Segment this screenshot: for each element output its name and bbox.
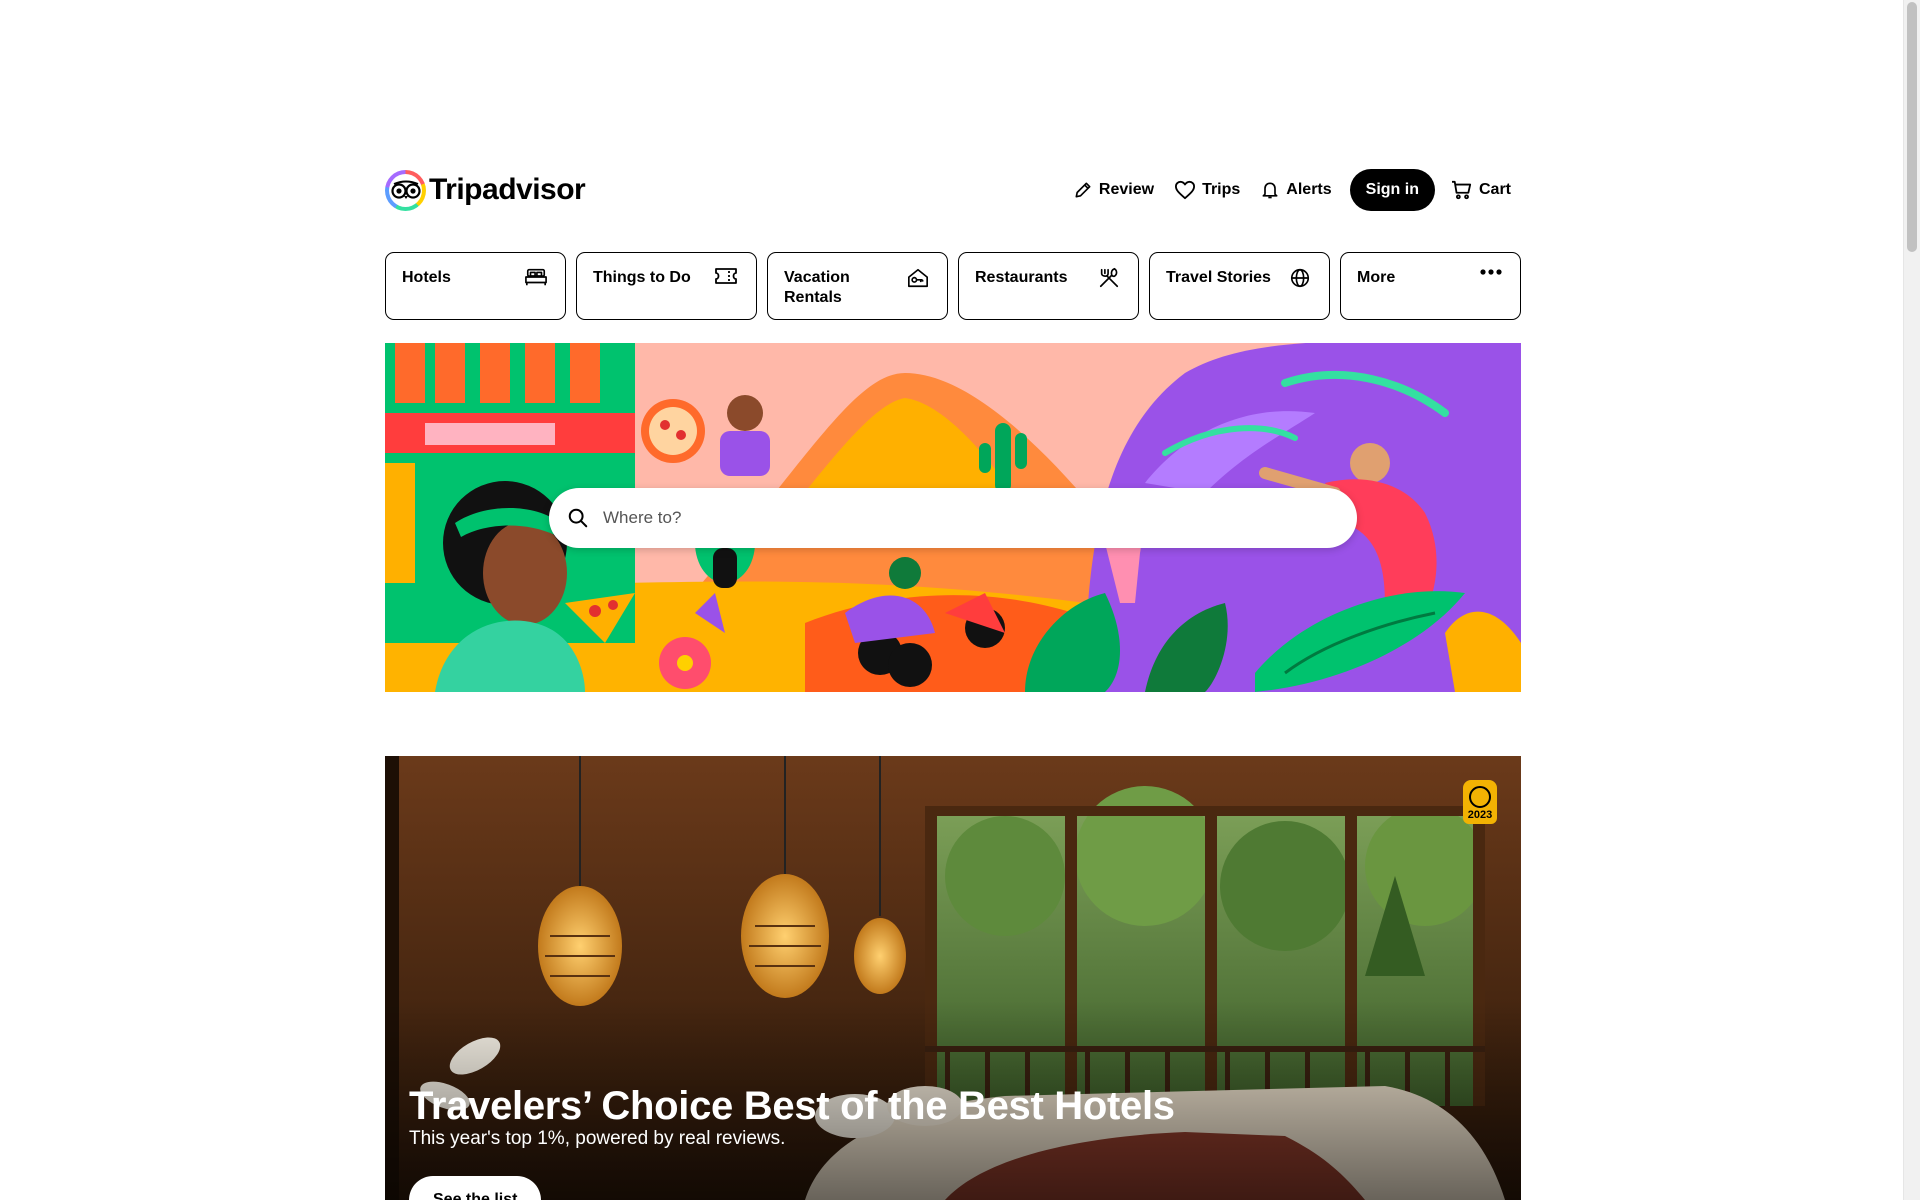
bed-icon	[525, 268, 547, 286]
tab-things-to-do[interactable]: Things to Do	[576, 252, 757, 320]
house-key-icon	[908, 268, 928, 288]
tab-label: Vacation Rentals	[784, 269, 850, 306]
cart-link[interactable]: Cart	[1441, 169, 1521, 211]
search-input[interactable]	[601, 507, 1301, 529]
tab-label: Hotels	[402, 269, 451, 286]
owl-badge-icon	[1469, 786, 1491, 808]
logo-wordmark: Tripadvisor	[429, 173, 586, 206]
sign-in-button[interactable]: Sign in	[1349, 169, 1435, 211]
cart-icon	[1451, 180, 1472, 200]
search-icon	[568, 508, 588, 528]
alerts-label: Alerts	[1286, 181, 1332, 198]
tab-label: Travel Stories	[1166, 269, 1271, 286]
travelers-choice-promo: 2023 Travelers’ Choice Best of the Best …	[385, 756, 1521, 1200]
page: Tripadvisor Review Trips Alerts Sign in …	[0, 0, 1920, 1200]
site-header: Tripadvisor Review Trips Alerts Sign in …	[385, 165, 1521, 215]
scrollbar-thumb[interactable]	[1907, 2, 1917, 252]
promo-subtitle: This year's top 1%, powered by real revi…	[409, 1128, 786, 1149]
heart-icon	[1175, 180, 1196, 200]
tab-label: Things to Do	[593, 269, 691, 286]
review-label: Review	[1098, 181, 1155, 198]
ticket-icon	[715, 268, 737, 284]
tripadvisor-logo[interactable]: Tripadvisor	[385, 169, 586, 211]
owl-logo-icon	[385, 169, 426, 211]
travelers-choice-badge: 2023	[1463, 780, 1497, 824]
tab-more[interactable]: More	[1340, 252, 1521, 320]
trips-link[interactable]: Trips	[1164, 169, 1250, 211]
badge-year: 2023	[1467, 809, 1493, 821]
review-link[interactable]: Review	[1063, 169, 1164, 211]
alerts-link[interactable]: Alerts	[1250, 169, 1341, 211]
cart-label: Cart	[1478, 181, 1511, 198]
tab-vacation-rentals[interactable]: Vacation Rentals	[767, 252, 948, 320]
page-scrollbar[interactable]	[1903, 0, 1920, 1200]
pencil-icon	[1075, 182, 1091, 198]
tab-restaurants[interactable]: Restaurants	[958, 252, 1139, 320]
promo-title: Travelers’ Choice Best of the Best Hotel…	[409, 1084, 1175, 1128]
globe-icon	[1290, 268, 1310, 288]
category-tabs: Hotels Things to Do Vacation Rentals Res…	[385, 252, 1521, 320]
tab-label: Restaurants	[975, 269, 1068, 286]
fork-knife-icon	[1099, 267, 1119, 288]
ellipsis-icon	[1480, 269, 1502, 275]
trips-label: Trips	[1202, 181, 1241, 198]
bell-icon	[1262, 182, 1278, 199]
header-nav: Review Trips Alerts Sign in Cart	[1063, 169, 1521, 211]
hero-banner	[385, 343, 1521, 692]
tab-travel-stories[interactable]: Travel Stories	[1149, 252, 1330, 320]
tab-hotels[interactable]: Hotels	[385, 252, 566, 320]
see-the-list-button[interactable]: See the list	[409, 1176, 542, 1200]
search-bar[interactable]	[549, 488, 1357, 548]
tab-label: More	[1357, 269, 1396, 286]
